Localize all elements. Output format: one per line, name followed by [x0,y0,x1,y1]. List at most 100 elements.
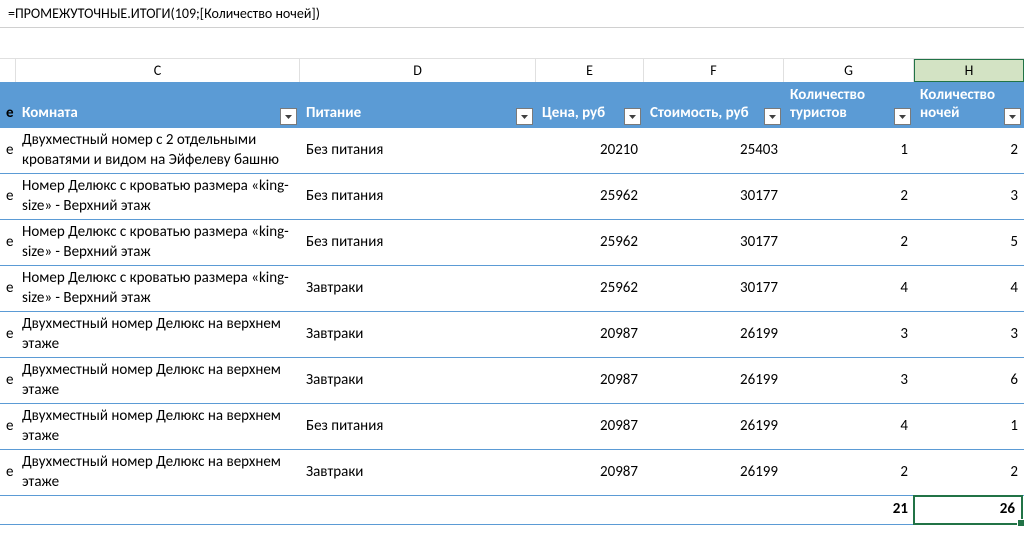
row-stub: е [0,220,16,265]
cell-nights[interactable]: 4 [914,266,1024,311]
th-room-label: Комната [22,104,78,122]
filter-dropdown-icon[interactable] [764,108,781,125]
cell-tourists[interactable]: 4 [784,404,914,449]
cell-cost[interactable]: 30177 [644,220,784,265]
cell-tourists[interactable]: 3 [784,312,914,357]
th-meal: Питание [300,101,536,128]
row-stub: е [0,358,16,403]
th-tourists-label: Количество туристов [790,86,908,122]
totals-room [16,496,300,524]
filter-dropdown-icon[interactable] [894,108,911,125]
cell-meal[interactable]: Завтраки [300,312,536,357]
table-row: еДвухместный номер Делюкс на верхнем эта… [0,312,1024,358]
cell-tourists[interactable]: 4 [784,266,914,311]
cell-meal[interactable]: Завтраки [300,358,536,403]
th-stub: е [0,101,16,128]
totals-meal [300,496,536,524]
cell-room[interactable]: Двухместный номер Делюкс на верхнем этаж… [16,358,300,403]
table-row: еНомер Делюкс с кроватью размера «king-s… [0,174,1024,220]
col-header-b[interactable] [0,59,16,82]
table-row: еДвухместный номер Делюкс на верхнем эта… [0,358,1024,404]
row-stub: е [0,450,16,495]
filter-dropdown-icon[interactable] [280,108,297,125]
row-stub: е [0,128,16,173]
cell-price[interactable]: 20987 [536,312,644,357]
col-header-d[interactable]: D [300,59,536,82]
cell-tourists[interactable]: 3 [784,358,914,403]
th-room: Комната [16,101,300,128]
th-price-label: Цена, руб [542,104,605,122]
table-body: еДвухместный номер с 2 отдельными кроват… [0,128,1024,496]
table-row: еДвухместный номер Делюкс на верхнем эта… [0,450,1024,496]
cell-cost[interactable]: 26199 [644,450,784,495]
totals-row: 21 26 [0,496,1024,525]
th-price: Цена, руб [536,101,644,128]
formula-bar[interactable]: =ПРОМЕЖУТОЧНЫЕ.ИТОГИ(109;[Количество ноч… [0,0,1024,28]
col-header-e[interactable]: E [536,59,644,82]
data-table: е Комната Питание Цена, руб Стоимость, р… [0,82,1024,525]
cell-meal[interactable]: Без питания [300,128,536,173]
cell-cost[interactable]: 26199 [644,312,784,357]
row-stub: е [0,404,16,449]
table-row: еНомер Делюкс с кроватью размера «king-s… [0,266,1024,312]
cell-cost[interactable]: 25403 [644,128,784,173]
cell-price[interactable]: 25962 [536,266,644,311]
th-tourists: Количество туристов [784,83,914,128]
cell-nights[interactable]: 3 [914,174,1024,219]
cell-meal[interactable]: Завтраки [300,266,536,311]
totals-tourists[interactable]: 21 [784,496,914,524]
cell-cost[interactable]: 30177 [644,174,784,219]
cell-cost[interactable]: 30177 [644,266,784,311]
totals-stub [0,496,16,524]
table-header-row: е Комната Питание Цена, руб Стоимость, р… [0,82,1024,128]
row-stub: е [0,312,16,357]
cell-nights[interactable]: 2 [914,450,1024,495]
col-header-h[interactable]: H [914,59,1024,82]
cell-meal[interactable]: Без питания [300,220,536,265]
cell-nights[interactable]: 1 [914,404,1024,449]
cell-room[interactable]: Двухместный номер с 2 отдельными кроватя… [16,128,300,173]
cell-price[interactable]: 20987 [536,450,644,495]
filter-dropdown-icon[interactable] [624,108,641,125]
cell-nights[interactable]: 6 [914,358,1024,403]
col-header-g[interactable]: G [784,59,914,82]
th-cost: Стоимость, руб [644,101,784,128]
cell-cost[interactable]: 26199 [644,358,784,403]
cell-price[interactable]: 25962 [536,220,644,265]
cell-price[interactable]: 20987 [536,358,644,403]
formula-text: =ПРОМЕЖУТОЧНЫЕ.ИТОГИ(109;[Количество ноч… [8,5,320,22]
cell-price[interactable]: 25962 [536,174,644,219]
table-row: еНомер Делюкс с кроватью размера «king-s… [0,220,1024,266]
col-header-c[interactable]: C [16,59,300,82]
table-row: еДвухместный номер с 2 отдельными кроват… [0,128,1024,174]
filter-dropdown-icon[interactable] [516,108,533,125]
cell-meal[interactable]: Без питания [300,174,536,219]
cell-room[interactable]: Номер Делюкс с кроватью размера «king-si… [16,220,300,265]
cell-room[interactable]: Двухместный номер Делюкс на верхнем этаж… [16,450,300,495]
totals-cost [644,496,784,524]
cell-nights[interactable]: 2 [914,128,1024,173]
totals-nights[interactable]: 26 [913,495,1023,525]
cell-room[interactable]: Номер Делюкс с кроватью размера «king-si… [16,266,300,311]
cell-price[interactable]: 20210 [536,128,644,173]
cell-room[interactable]: Двухместный номер Делюкс на верхнем этаж… [16,404,300,449]
cell-tourists[interactable]: 1 [784,128,914,173]
cell-price[interactable]: 20987 [536,404,644,449]
row-stub: е [0,266,16,311]
cell-meal[interactable]: Без питания [300,404,536,449]
cell-nights[interactable]: 3 [914,312,1024,357]
cell-tourists[interactable]: 2 [784,220,914,265]
cell-nights[interactable]: 5 [914,220,1024,265]
cell-tourists[interactable]: 2 [784,450,914,495]
column-headers: C D E F G H [0,58,1024,82]
th-meal-label: Питание [306,104,361,122]
filter-dropdown-icon[interactable] [1004,108,1021,125]
cell-cost[interactable]: 26199 [644,404,784,449]
cell-tourists[interactable]: 2 [784,174,914,219]
row-stub: е [0,174,16,219]
totals-price [536,496,644,524]
col-header-f[interactable]: F [644,59,784,82]
cell-meal[interactable]: Завтраки [300,450,536,495]
cell-room[interactable]: Номер Делюкс с кроватью размера «king-si… [16,174,300,219]
cell-room[interactable]: Двухместный номер Делюкс на верхнем этаж… [16,312,300,357]
